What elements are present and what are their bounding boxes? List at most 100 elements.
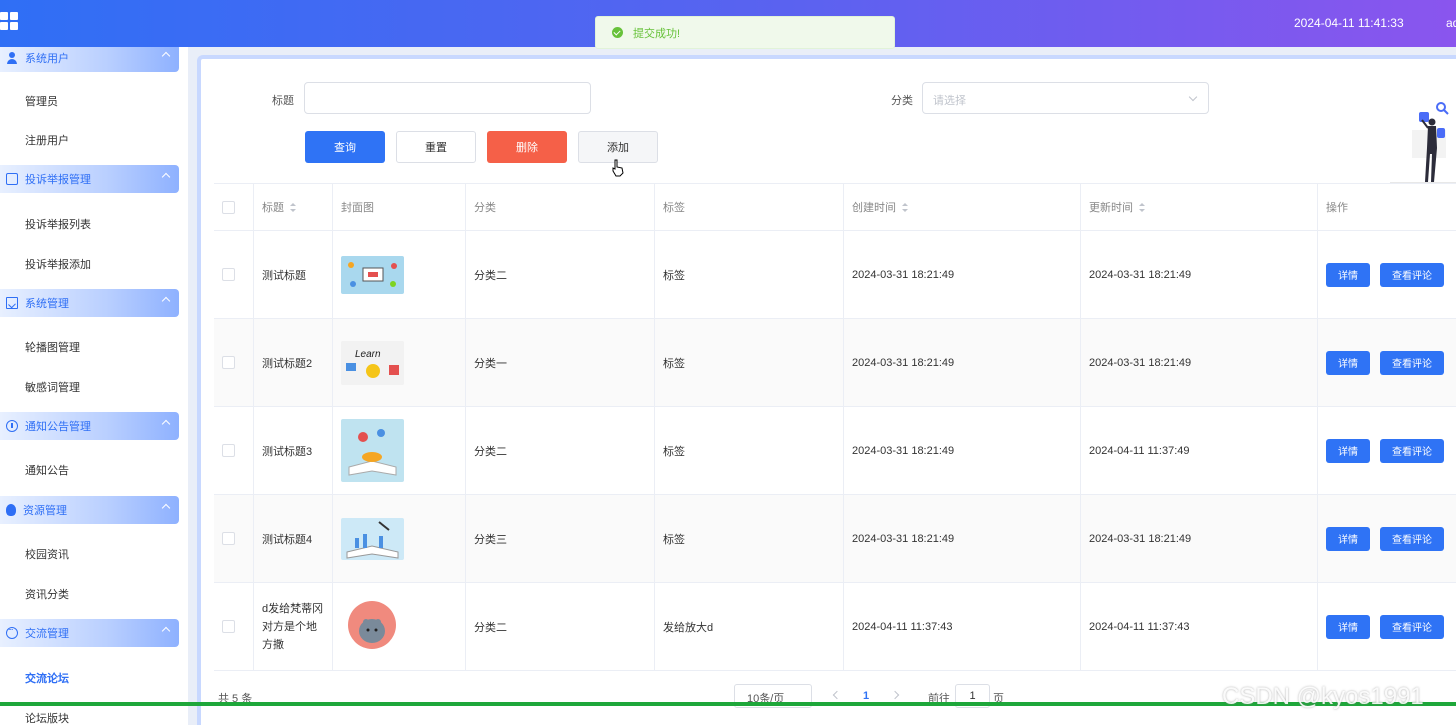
chevron-up-icon [161, 419, 171, 429]
header-category: 分类 [466, 184, 655, 230]
header-created[interactable]: 创建时间 [844, 184, 1081, 230]
table-row: 测试标题4 分类三 标签 2024-03-31 18:21:49 2024-03… [214, 495, 1456, 583]
row-updated: 2024-03-31 18:21:49 [1081, 495, 1318, 582]
sort-icon [902, 202, 908, 212]
row-created: 2024-03-31 18:21:49 [844, 495, 1081, 582]
category-select[interactable]: 请选择 [922, 82, 1209, 114]
row-created: 2024-03-31 18:21:49 [844, 407, 1081, 494]
toast-message: 提交成功! [633, 27, 681, 40]
row-checkbox[interactable] [222, 356, 235, 369]
sidebar-group-communication[interactable]: 交流管理 [0, 619, 179, 647]
cover-image[interactable] [341, 255, 404, 294]
row-checkbox[interactable] [222, 620, 235, 633]
table-header: 标题 封面图 分类 标签 创建时间 更新时间 操作 [214, 184, 1456, 231]
row-tag: 发给放大d [655, 583, 844, 670]
sidebar-item-admin[interactable]: 管理员 [25, 93, 58, 109]
sidebar-group-notices[interactable]: 通知公告管理 [0, 412, 179, 440]
sidebar-group-system-users[interactable]: 系统用户 [0, 47, 179, 72]
row-title: 测试标题2 [254, 319, 333, 406]
row-created: 2024-04-11 11:37:43 [844, 583, 1081, 670]
row-checkbox[interactable] [222, 444, 235, 457]
sort-icon [290, 202, 296, 212]
current-page[interactable]: 1 [863, 690, 869, 702]
sidebar-item-campus-news[interactable]: 校园资讯 [25, 546, 69, 562]
row-title: 测试标题4 [254, 495, 333, 582]
view-comments-button[interactable]: 查看评论 [1380, 614, 1444, 639]
view-comments-button[interactable]: 查看评论 [1380, 262, 1444, 287]
image-icon [6, 297, 18, 309]
select-all-checkbox[interactable] [222, 200, 235, 214]
row-tag: 标签 [655, 319, 844, 406]
sidebar-item-news-category[interactable]: 资讯分类 [25, 586, 69, 602]
sidebar-item-forum[interactable]: 交流论坛 [25, 670, 69, 686]
person-illustration [1390, 102, 1456, 184]
detail-button[interactable]: 详情 [1326, 614, 1370, 639]
row-title: d发给梵蒂冈对方是个地方撒 [254, 583, 333, 670]
cover-image[interactable] [341, 419, 404, 482]
category-label: 分类 [891, 95, 913, 107]
sidebar-item-complaint-add[interactable]: 投诉举报添加 [25, 256, 91, 272]
success-toast: 提交成功! [595, 16, 895, 49]
sidebar-group-label: 投诉举报管理 [25, 174, 91, 186]
sort-icon [1139, 202, 1145, 212]
row-checkbox[interactable] [222, 268, 235, 281]
row-tag: 标签 [655, 407, 844, 494]
view-comments-button[interactable]: 查看评论 [1380, 350, 1444, 375]
row-tag: 标签 [655, 495, 844, 582]
category-placeholder: 请选择 [933, 95, 966, 107]
view-comments-button[interactable]: 查看评论 [1380, 526, 1444, 551]
hand-cursor-icon [612, 159, 624, 177]
query-button[interactable]: 查询 [305, 131, 385, 163]
table-row: 测试标题2 Learn 分类一 标签 2024-03-31 18:21:49 2… [214, 319, 1456, 407]
table-row: 测试标题3 分类二 标签 2024-03-31 18:21:49 2024-04… [214, 407, 1456, 495]
data-table: 标题 封面图 分类 标签 创建时间 更新时间 操作 测试标题 分类二 标签 20… [214, 183, 1456, 671]
chevron-up-icon [161, 503, 171, 513]
cover-image[interactable] [341, 596, 404, 657]
row-tag: 标签 [655, 231, 844, 318]
sidebar-group-system-management[interactable]: 系统管理 [0, 289, 179, 317]
row-updated: 2024-04-11 11:37:49 [1081, 407, 1318, 494]
row-title: 测试标题3 [254, 407, 333, 494]
header-cover: 封面图 [333, 184, 466, 230]
sidebar-item-carousel[interactable]: 轮播图管理 [25, 339, 80, 355]
sidebar-item-complaint-list[interactable]: 投诉举报列表 [25, 216, 91, 232]
row-category: 分类一 [466, 319, 655, 406]
cover-image[interactable] [341, 517, 404, 560]
detail-button[interactable]: 详情 [1326, 262, 1370, 287]
sidebar-group-label: 资源管理 [23, 505, 67, 517]
table-row: 测试标题 分类二 标签 2024-03-31 18:21:49 2024-03-… [214, 231, 1456, 319]
document-icon [6, 173, 18, 185]
sidebar-group-resources[interactable]: 资源管理 [0, 496, 179, 524]
delete-button[interactable]: 删除 [487, 131, 567, 163]
reset-button[interactable]: 重置 [396, 131, 476, 163]
detail-button[interactable]: 详情 [1326, 438, 1370, 463]
svg-text:Learn: Learn [355, 349, 381, 360]
row-category: 分类三 [466, 495, 655, 582]
header-tag: 标签 [655, 184, 844, 230]
watermark: CSDN @kyos1991 [1222, 683, 1424, 710]
row-created: 2024-03-31 18:21:49 [844, 319, 1081, 406]
sidebar-item-registered-users[interactable]: 注册用户 [25, 132, 69, 148]
row-title: 测试标题 [254, 231, 333, 318]
header-title[interactable]: 标题 [254, 184, 333, 230]
detail-button[interactable]: 详情 [1326, 526, 1370, 551]
row-category: 分类二 [466, 231, 655, 318]
sidebar-item-notice[interactable]: 通知公告 [25, 462, 69, 478]
header-updated[interactable]: 更新时间 [1081, 184, 1318, 230]
table-row: d发给梵蒂冈对方是个地方撒 分类二 发给放大d 2024-04-11 11:37… [214, 583, 1456, 671]
bulb-icon [6, 504, 16, 516]
chevron-down-icon [1188, 92, 1198, 102]
username[interactable]: admin [1446, 16, 1456, 30]
menu-grid-icon[interactable] [0, 12, 18, 30]
cover-image[interactable]: Learn [341, 340, 404, 385]
row-checkbox[interactable] [222, 532, 235, 545]
sidebar-item-sensitive-words[interactable]: 敏感词管理 [25, 379, 80, 395]
view-comments-button[interactable]: 查看评论 [1380, 438, 1444, 463]
sidebar-item-forum-sections[interactable]: 论坛版块 [25, 710, 69, 725]
detail-button[interactable]: 详情 [1326, 350, 1370, 375]
sidebar: 系统用户 管理员 注册用户 投诉举报管理 投诉举报列表 投诉举报添加 系统管理 … [0, 47, 188, 725]
chevron-up-icon [161, 51, 171, 61]
title-input[interactable] [304, 82, 591, 114]
sidebar-group-complaints[interactable]: 投诉举报管理 [0, 165, 179, 193]
user-icon [6, 52, 18, 64]
